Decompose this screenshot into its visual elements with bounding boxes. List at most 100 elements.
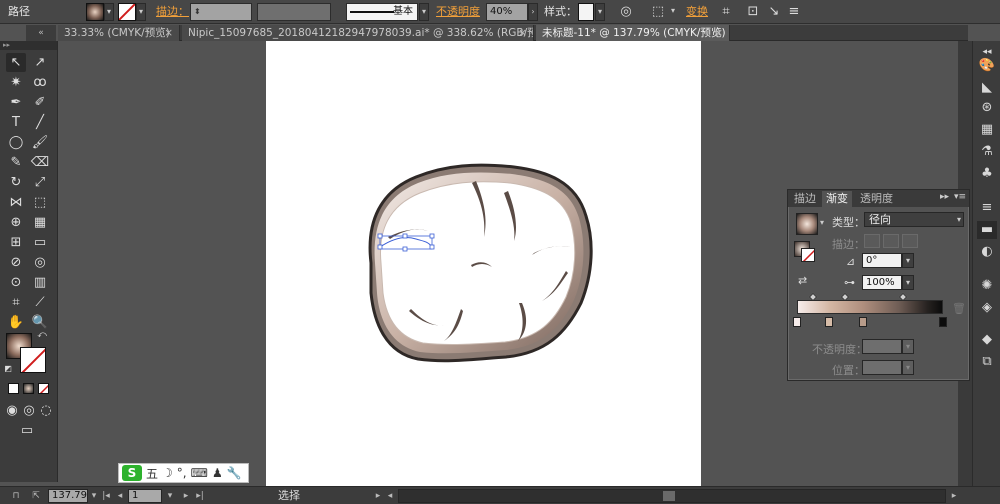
gradient-mode-icon[interactable] <box>23 383 34 394</box>
pen-tool-icon[interactable]: ✒ <box>6 93 26 112</box>
anchor-point[interactable] <box>429 244 435 250</box>
artboard-tool-icon[interactable]: ⌗ <box>6 293 26 312</box>
direct-selection-tool-icon[interactable]: ↗ <box>30 53 50 72</box>
gradient-stop[interactable] <box>793 317 801 327</box>
delete-stop-icon[interactable]: 🗑 <box>952 302 966 315</box>
artboard[interactable] <box>266 41 701 486</box>
recolor-artwork-icon[interactable]: ◎ <box>616 3 636 21</box>
draw-behind-icon[interactable]: ◎ <box>21 401 37 420</box>
keyboard-icon[interactable]: ⌨ <box>191 466 208 480</box>
gradient-slider[interactable] <box>797 300 943 314</box>
free-transform-tool-icon[interactable]: ⬚ <box>30 193 50 212</box>
stroke-swatch[interactable] <box>118 3 136 21</box>
stroke-weight-label[interactable]: 描边： <box>156 3 189 21</box>
gradient-tool-icon[interactable]: ▭ <box>30 233 50 252</box>
transform-frame-icon[interactable]: ⌗ <box>716 3 736 21</box>
punctuation-icon[interactable]: °, <box>177 466 187 480</box>
scale-tool-icon[interactable]: ⤢ <box>30 173 50 192</box>
graphic-styles-icon[interactable]: ◈ <box>977 299 997 317</box>
scroll-left-button[interactable]: ◂ <box>384 489 396 503</box>
tools-panel-header[interactable]: ▸▸ <box>0 41 57 50</box>
gradient-stop[interactable] <box>939 317 947 327</box>
anchor-point[interactable] <box>402 233 408 239</box>
hand-tool-icon[interactable]: ✋ <box>6 313 26 332</box>
shape-builder-tool-icon[interactable]: ⊕ <box>6 213 26 232</box>
horizontal-scrollbar[interactable] <box>398 489 946 503</box>
stroke-weight-field[interactable]: ⬍ <box>190 3 252 21</box>
draw-inside-icon[interactable]: ◌ <box>38 401 54 420</box>
anchor-point[interactable] <box>377 244 383 250</box>
first-artboard-button[interactable]: |◂ <box>100 489 112 503</box>
moon-icon[interactable]: ☽ <box>162 466 173 480</box>
artboard-dropdown-arrow[interactable]: ▾ <box>164 489 176 503</box>
aspect-ratio-field[interactable]: 100% <box>862 275 902 290</box>
swap-fill-stroke-icon[interactable]: ⤺ <box>36 329 48 341</box>
magic-wand-tool-icon[interactable]: ✷ <box>6 73 26 92</box>
stroke-gradient-across-icon[interactable] <box>902 234 918 248</box>
horizontal-scroll-thumb[interactable] <box>663 491 675 501</box>
stop-location-field[interactable] <box>862 360 902 375</box>
layers-panel-icon[interactable]: ◆ <box>977 331 997 349</box>
wrench-icon[interactable]: 🔧 <box>227 466 242 480</box>
scroll-right-button[interactable]: ▸ <box>948 489 960 503</box>
tab-transparency[interactable]: 透明度 <box>856 191 897 207</box>
gradient-type-select[interactable]: 径向 ▾ <box>864 212 964 227</box>
ime-toolbar[interactable]: S 五 ☽ °, ⌨ ♟ 🔧 <box>118 463 249 483</box>
fill-dropdown-arrow[interactable]: ▾ <box>104 3 114 21</box>
status-menu-arrow[interactable]: ▸ <box>372 489 384 503</box>
transparency-panel-icon[interactable]: ◐ <box>977 243 997 261</box>
rotate-tool-icon[interactable]: ↻ <box>6 173 26 192</box>
stroke-gradient-along-icon[interactable] <box>883 234 899 248</box>
angle-field[interactable]: 0° <box>862 253 902 268</box>
gradient-panel-icon[interactable]: ▬ <box>977 221 997 239</box>
align-icon[interactable]: ⬚ <box>648 3 668 21</box>
curvature-tool-icon[interactable]: ✐ <box>30 93 50 112</box>
tab-document-2[interactable]: Nipic_15097685_20180412182947978039.ai* … <box>182 25 534 41</box>
bounding-box-handle[interactable] <box>429 233 435 239</box>
prev-artboard-button[interactable]: ◂ <box>114 489 126 503</box>
selection-tool-icon[interactable]: ↖ <box>6 53 26 72</box>
fill-swatch[interactable] <box>86 3 104 21</box>
arrange-icon[interactable]: ⊓ <box>10 489 22 503</box>
last-artboard-button[interactable]: ▸| <box>194 489 206 503</box>
lasso-tool-icon[interactable]: ꝏ <box>30 73 50 92</box>
stroke-panel-icon[interactable]: ≡ <box>977 199 997 217</box>
stroke-color-box[interactable] <box>20 347 46 373</box>
gradient-stop[interactable] <box>825 317 833 327</box>
aspect-ratio-dropdown-arrow[interactable]: ▾ <box>902 275 914 290</box>
variable-width-select[interactable] <box>257 3 331 21</box>
isolate-icon[interactable]: ⊡ <box>743 3 763 21</box>
tab-document-1[interactable]: 33.33% (CMYK/预览) × <box>58 25 180 41</box>
artwork-canvas[interactable] <box>266 41 701 486</box>
tab-gradient[interactable]: 渐变 <box>822 191 852 207</box>
align-dropdown-arrow[interactable]: ▾ <box>668 3 678 21</box>
gradient-preview-swatch[interactable] <box>796 213 818 235</box>
ellipse-tool-icon[interactable]: ◯ <box>6 133 26 152</box>
panel-menu-icon[interactable]: ▾≡ <box>954 192 966 202</box>
zoom-dropdown-arrow[interactable]: ▾ <box>88 489 100 503</box>
panel-collapse-icon[interactable]: ▸▸ <box>940 192 949 202</box>
artboards-panel-icon[interactable]: ⧉ <box>977 353 997 371</box>
none-mode-icon[interactable] <box>38 383 49 394</box>
stop-location-dropdown-arrow[interactable]: ▾ <box>902 360 914 375</box>
gradient-stop[interactable] <box>859 317 867 327</box>
stroke-gradient-within-icon[interactable] <box>864 234 880 248</box>
color-mode-icon[interactable] <box>8 383 19 394</box>
opacity-label[interactable]: 不透明度 <box>436 3 480 21</box>
brushes-panel-icon[interactable]: ⚗ <box>977 143 997 161</box>
perspective-grid-tool-icon[interactable]: ▦ <box>30 213 50 232</box>
tab-close-icon[interactable]: × <box>518 25 527 41</box>
default-fill-stroke-icon[interactable]: ◩ <box>2 363 14 375</box>
tab-document-3[interactable]: 未标题-11* @ 137.79% (CMYK/预览) × <box>536 25 730 41</box>
transform-link[interactable]: 变换 <box>686 3 708 21</box>
bounding-box-handle[interactable] <box>402 246 408 252</box>
blend-tool-icon[interactable]: ◎ <box>30 253 50 272</box>
stroke-dropdown-arrow[interactable]: ▾ <box>136 3 146 21</box>
mesh-tool-icon[interactable]: ⊞ <box>6 233 26 252</box>
color-guide-icon[interactable]: ◣ <box>977 79 997 97</box>
artboard-number-field[interactable]: 1 <box>128 489 162 503</box>
angle-dropdown-arrow[interactable]: ▾ <box>902 253 914 268</box>
style-dropdown-arrow[interactable]: ▾ <box>595 3 605 21</box>
opacity-field[interactable]: 40% <box>486 3 528 21</box>
paintbrush-tool-icon[interactable]: 🖌 <box>30 133 50 152</box>
